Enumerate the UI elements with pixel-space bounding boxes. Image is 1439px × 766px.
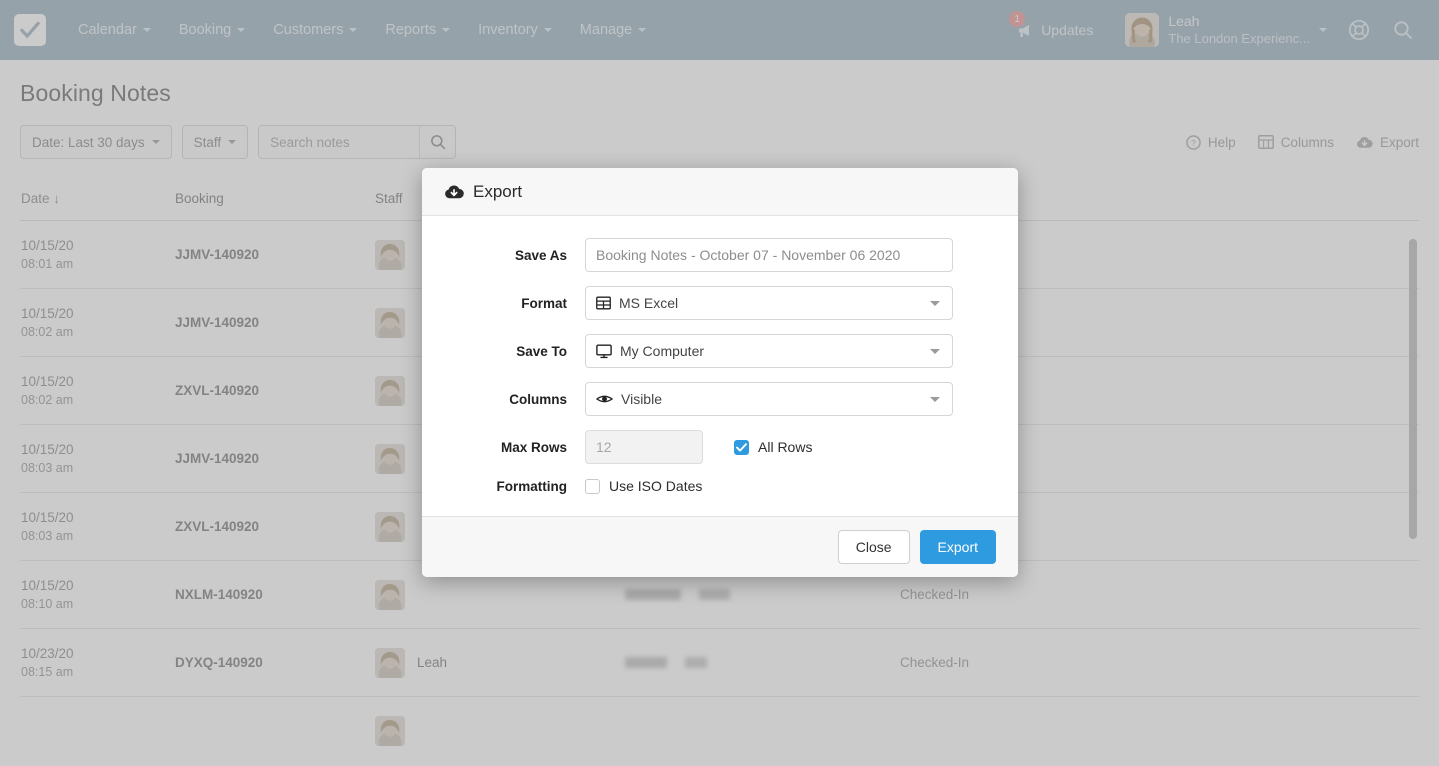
- field-row-formatting: Formatting Use ISO Dates: [444, 478, 996, 494]
- all-rows-checkbox[interactable]: [734, 439, 749, 455]
- save-as-control: [585, 238, 996, 272]
- field-row-format: Format MS Excel: [444, 286, 996, 320]
- all-rows-label: All Rows: [758, 439, 813, 455]
- field-row-save-to: Save To My Computer: [444, 334, 996, 368]
- save-to-control: My Computer: [585, 334, 996, 368]
- dialog-footer: Close Export: [422, 516, 1018, 577]
- all-rows-checkbox-group[interactable]: All Rows: [734, 439, 812, 455]
- max-rows-label: Max Rows: [500, 439, 567, 455]
- save-as-input[interactable]: [585, 238, 953, 272]
- export-dialog: Export Save As Format MS Excel: [422, 168, 1018, 577]
- formatting-control: Use ISO Dates: [585, 478, 996, 494]
- save-to-dropdown[interactable]: My Computer: [585, 334, 953, 368]
- chevron-down-icon: [930, 301, 940, 306]
- save-to-label: Save To: [516, 343, 567, 359]
- columns-label: Columns: [509, 391, 567, 407]
- dialog-header: Export: [422, 168, 1018, 216]
- format-dropdown[interactable]: MS Excel: [585, 286, 953, 320]
- max-rows-input[interactable]: [585, 430, 703, 464]
- table-grid-icon: [596, 296, 611, 310]
- columns-dropdown[interactable]: Visible: [585, 382, 953, 416]
- format-value: MS Excel: [619, 295, 679, 311]
- export-button[interactable]: Export: [919, 530, 996, 564]
- format-control: MS Excel: [585, 286, 996, 320]
- check-icon: [736, 442, 747, 452]
- monitor-icon: [596, 344, 612, 358]
- formatting-label: Formatting: [496, 478, 568, 494]
- chevron-down-icon: [930, 349, 940, 354]
- columns-value: Visible: [621, 391, 662, 407]
- eye-icon: [596, 395, 613, 403]
- cloud-download-icon: [445, 184, 464, 198]
- save-as-label: Save As: [514, 247, 567, 263]
- format-label: Format: [521, 295, 567, 311]
- iso-dates-checkbox[interactable]: [585, 478, 600, 494]
- dialog-title: Export: [473, 181, 523, 201]
- save-to-value: My Computer: [620, 343, 705, 359]
- max-rows-control: All Rows: [585, 430, 996, 464]
- field-row-save-as: Save As: [444, 238, 996, 272]
- close-button[interactable]: Close: [837, 530, 910, 564]
- app-root: Calendar Booking Customers Reports Inven…: [0, 0, 1439, 766]
- iso-dates-label: Use ISO Dates: [609, 478, 703, 494]
- dialog-body: Save As Format MS Excel: [422, 216, 1018, 516]
- chevron-down-icon: [930, 397, 940, 402]
- iso-dates-checkbox-group[interactable]: Use ISO Dates: [585, 478, 702, 494]
- columns-control: Visible: [585, 382, 996, 416]
- field-row-max-rows: Max Rows All Rows: [444, 430, 996, 464]
- field-row-columns: Columns Visible: [444, 382, 996, 416]
